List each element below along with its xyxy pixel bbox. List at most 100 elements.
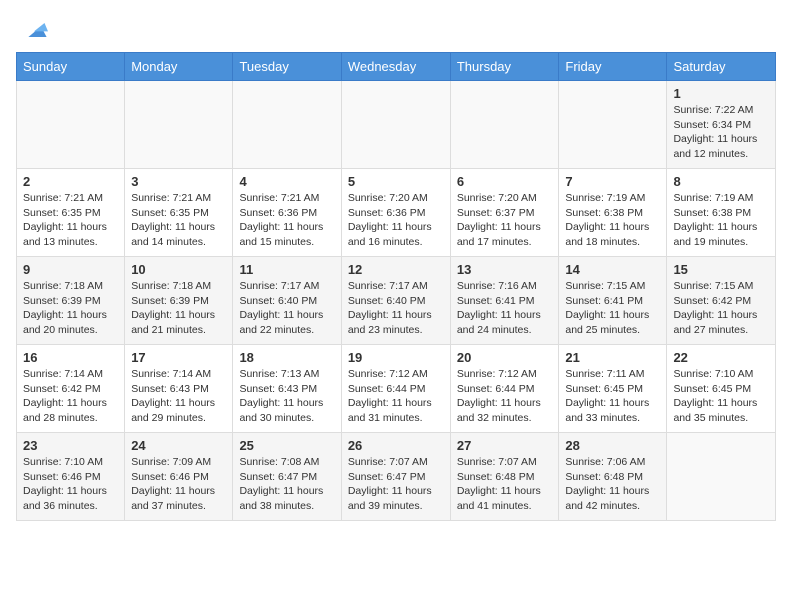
day-number: 27 xyxy=(457,438,553,453)
calendar-cell: 7 Sunrise: 7:19 AM Sunset: 6:38 PM Daylig… xyxy=(559,169,667,257)
calendar-cell: 28 Sunrise: 7:06 AM Sunset: 6:48 PM Dayli… xyxy=(559,433,667,521)
day-number: 21 xyxy=(565,350,660,365)
day-number: 10 xyxy=(131,262,226,277)
calendar-cell: 5 Sunrise: 7:20 AM Sunset: 6:36 PM Daylig… xyxy=(341,169,450,257)
day-info: Sunrise: 7:19 AM Sunset: 6:38 PM Dayligh… xyxy=(565,191,660,250)
calendar-cell xyxy=(450,81,559,169)
day-info: Sunrise: 7:14 AM Sunset: 6:42 PM Dayligh… xyxy=(23,367,118,426)
day-info: Sunrise: 7:11 AM Sunset: 6:45 PM Dayligh… xyxy=(565,367,660,426)
day-number: 4 xyxy=(239,174,334,189)
day-number: 25 xyxy=(239,438,334,453)
day-info: Sunrise: 7:20 AM Sunset: 6:36 PM Dayligh… xyxy=(348,191,444,250)
calendar-cell: 19Sunrise: 7:12 AM Sunset: 6:44 PM Dayli… xyxy=(341,345,450,433)
calendar-cell xyxy=(559,81,667,169)
calendar-header-friday: Friday xyxy=(559,53,667,81)
day-info: Sunrise: 7:13 AM Sunset: 6:43 PM Dayligh… xyxy=(239,367,334,426)
day-number: 14 xyxy=(565,262,660,277)
day-info: Sunrise: 7:20 AM Sunset: 6:37 PM Dayligh… xyxy=(457,191,553,250)
day-number: 1 xyxy=(673,86,769,101)
calendar-cell: 10 Sunrise: 7:18 AM Sunset: 6:39 PM Dayli… xyxy=(125,257,233,345)
day-info: Sunrise: 7:21 AM Sunset: 6:35 PM Dayligh… xyxy=(23,191,118,250)
day-number: 13 xyxy=(457,262,553,277)
day-number: 6 xyxy=(457,174,553,189)
calendar-cell: 8 Sunrise: 7:19 AM Sunset: 6:38 PM Daylig… xyxy=(667,169,776,257)
day-info: Sunrise: 7:07 AM Sunset: 6:47 PM Dayligh… xyxy=(348,455,444,514)
calendar-cell: 18 Sunrise: 7:13 AM Sunset: 6:43 PM Dayli… xyxy=(233,345,341,433)
day-number: 5 xyxy=(348,174,444,189)
day-number: 19 xyxy=(348,350,444,365)
calendar-cell: 3 Sunrise: 7:21 AM Sunset: 6:35 PM Daylig… xyxy=(125,169,233,257)
calendar-cell: 13 Sunrise: 7:16 AM Sunset: 6:41 PM Dayli… xyxy=(450,257,559,345)
day-info: Sunrise: 7:08 AM Sunset: 6:47 PM Dayligh… xyxy=(239,455,334,514)
day-info: Sunrise: 7:16 AM Sunset: 6:41 PM Dayligh… xyxy=(457,279,553,338)
day-info: Sunrise: 7:17 AM Sunset: 6:40 PM Dayligh… xyxy=(348,279,444,338)
day-number: 15 xyxy=(673,262,769,277)
day-number: 16 xyxy=(23,350,118,365)
day-info: Sunrise: 7:17 AM Sunset: 6:40 PM Dayligh… xyxy=(239,279,334,338)
calendar-week-row: 9 Sunrise: 7:18 AM Sunset: 6:39 PM Daylig… xyxy=(17,257,776,345)
day-info: Sunrise: 7:12 AM Sunset: 6:44 PM Dayligh… xyxy=(457,367,553,426)
day-info: Sunrise: 7:14 AM Sunset: 6:43 PM Dayligh… xyxy=(131,367,226,426)
day-number: 7 xyxy=(565,174,660,189)
page-header xyxy=(16,16,776,44)
calendar-cell: 21 Sunrise: 7:11 AM Sunset: 6:45 PM Dayli… xyxy=(559,345,667,433)
day-number: 9 xyxy=(23,262,118,277)
calendar-cell: 20 Sunrise: 7:12 AM Sunset: 6:44 PM Dayli… xyxy=(450,345,559,433)
calendar-cell: 22 Sunrise: 7:10 AM Sunset: 6:45 PM Dayli… xyxy=(667,345,776,433)
day-number: 2 xyxy=(23,174,118,189)
calendar-header-tuesday: Tuesday xyxy=(233,53,341,81)
calendar-cell xyxy=(341,81,450,169)
calendar-header-monday: Monday xyxy=(125,53,233,81)
calendar-cell: 1 Sunrise: 7:22 AM Sunset: 6:34 PM Daylig… xyxy=(667,81,776,169)
calendar-cell: 14 Sunrise: 7:15 AM Sunset: 6:41 PM Dayli… xyxy=(559,257,667,345)
calendar-cell xyxy=(233,81,341,169)
day-number: 12 xyxy=(348,262,444,277)
day-info: Sunrise: 7:18 AM Sunset: 6:39 PM Dayligh… xyxy=(23,279,118,338)
calendar-cell: 24Sunrise: 7:09 AM Sunset: 6:46 PM Dayli… xyxy=(125,433,233,521)
logo-icon xyxy=(20,16,48,44)
day-number: 26 xyxy=(348,438,444,453)
day-info: Sunrise: 7:15 AM Sunset: 6:41 PM Dayligh… xyxy=(565,279,660,338)
day-number: 3 xyxy=(131,174,226,189)
day-number: 22 xyxy=(673,350,769,365)
day-number: 28 xyxy=(565,438,660,453)
calendar-header-sunday: Sunday xyxy=(17,53,125,81)
calendar-cell: 23 Sunrise: 7:10 AM Sunset: 6:46 PM Dayli… xyxy=(17,433,125,521)
day-info: Sunrise: 7:09 AM Sunset: 6:46 PM Dayligh… xyxy=(131,455,226,514)
day-number: 17 xyxy=(131,350,226,365)
calendar-cell: 17 Sunrise: 7:14 AM Sunset: 6:43 PM Dayli… xyxy=(125,345,233,433)
calendar-week-row: 1 Sunrise: 7:22 AM Sunset: 6:34 PM Daylig… xyxy=(17,81,776,169)
calendar-table: SundayMondayTuesdayWednesdayThursdayFrid… xyxy=(16,52,776,521)
day-info: Sunrise: 7:22 AM Sunset: 6:34 PM Dayligh… xyxy=(673,103,769,162)
calendar-cell: 11 Sunrise: 7:17 AM Sunset: 6:40 PM Dayli… xyxy=(233,257,341,345)
day-number: 11 xyxy=(239,262,334,277)
day-info: Sunrise: 7:19 AM Sunset: 6:38 PM Dayligh… xyxy=(673,191,769,250)
day-info: Sunrise: 7:10 AM Sunset: 6:46 PM Dayligh… xyxy=(23,455,118,514)
calendar-cell: 6 Sunrise: 7:20 AM Sunset: 6:37 PM Daylig… xyxy=(450,169,559,257)
calendar-week-row: 16 Sunrise: 7:14 AM Sunset: 6:42 PM Dayli… xyxy=(17,345,776,433)
day-info: Sunrise: 7:10 AM Sunset: 6:45 PM Dayligh… xyxy=(673,367,769,426)
calendar-cell: 25 Sunrise: 7:08 AM Sunset: 6:47 PM Dayli… xyxy=(233,433,341,521)
calendar-week-row: 23 Sunrise: 7:10 AM Sunset: 6:46 PM Dayli… xyxy=(17,433,776,521)
day-number: 23 xyxy=(23,438,118,453)
day-info: Sunrise: 7:15 AM Sunset: 6:42 PM Dayligh… xyxy=(673,279,769,338)
calendar-cell xyxy=(667,433,776,521)
calendar-cell: 27 Sunrise: 7:07 AM Sunset: 6:48 PM Dayli… xyxy=(450,433,559,521)
day-info: Sunrise: 7:18 AM Sunset: 6:39 PM Dayligh… xyxy=(131,279,226,338)
day-number: 8 xyxy=(673,174,769,189)
calendar-cell: 2 Sunrise: 7:21 AM Sunset: 6:35 PM Daylig… xyxy=(17,169,125,257)
day-info: Sunrise: 7:07 AM Sunset: 6:48 PM Dayligh… xyxy=(457,455,553,514)
calendar-header-wednesday: Wednesday xyxy=(341,53,450,81)
calendar-cell: 12 Sunrise: 7:17 AM Sunset: 6:40 PM Dayli… xyxy=(341,257,450,345)
day-info: Sunrise: 7:21 AM Sunset: 6:36 PM Dayligh… xyxy=(239,191,334,250)
calendar-cell: 26 Sunrise: 7:07 AM Sunset: 6:47 PM Dayli… xyxy=(341,433,450,521)
calendar-cell: 4 Sunrise: 7:21 AM Sunset: 6:36 PM Daylig… xyxy=(233,169,341,257)
day-info: Sunrise: 7:21 AM Sunset: 6:35 PM Dayligh… xyxy=(131,191,226,250)
calendar-cell: 16 Sunrise: 7:14 AM Sunset: 6:42 PM Dayli… xyxy=(17,345,125,433)
day-number: 20 xyxy=(457,350,553,365)
day-info: Sunrise: 7:06 AM Sunset: 6:48 PM Dayligh… xyxy=(565,455,660,514)
day-number: 18 xyxy=(239,350,334,365)
calendar-week-row: 2 Sunrise: 7:21 AM Sunset: 6:35 PM Daylig… xyxy=(17,169,776,257)
calendar-cell: 9 Sunrise: 7:18 AM Sunset: 6:39 PM Daylig… xyxy=(17,257,125,345)
calendar-header-saturday: Saturday xyxy=(667,53,776,81)
